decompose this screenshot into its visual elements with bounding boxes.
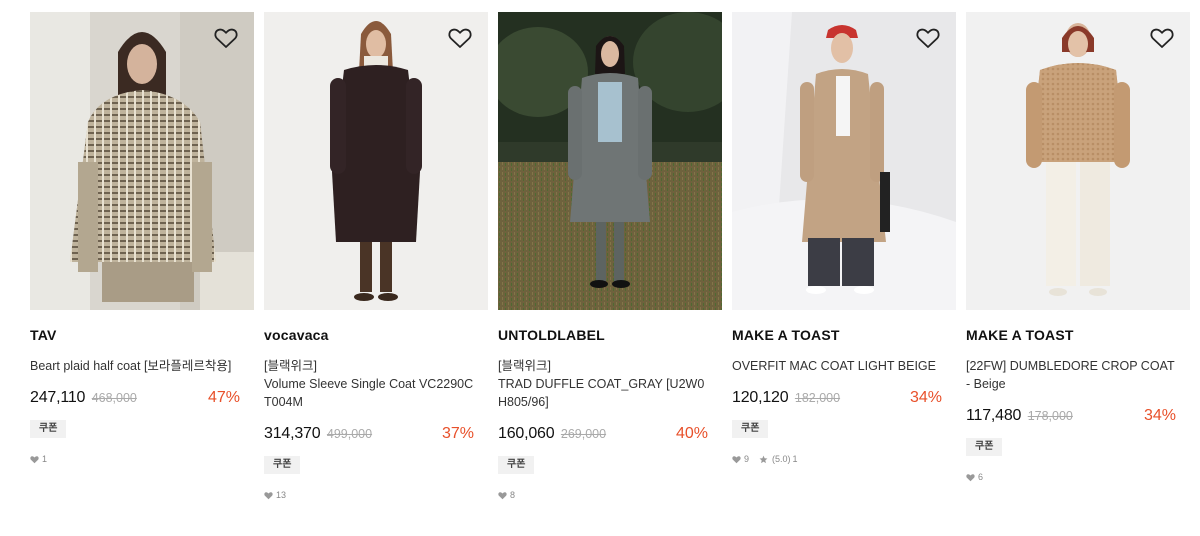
discount-rate: 47% — [207, 389, 240, 406]
product-title-text: TRAD DUFFLE COAT_GRAY [U2W0H805/96] — [498, 377, 705, 409]
promo-tag: [블랙위크] — [498, 359, 551, 373]
heart-filled-icon — [498, 491, 507, 499]
product-image[interactable] — [30, 12, 254, 310]
coupon-badge: 쿠폰 — [264, 456, 301, 474]
product-photo — [498, 12, 722, 310]
product-title-text: [22FW] DUMBLEDORE CROP COAT - Beige — [966, 359, 1175, 391]
wishlist-heart-icon[interactable] — [1150, 27, 1174, 49]
product-photo — [732, 12, 956, 310]
product-stats: 1 — [30, 453, 254, 465]
discount-rate: 34% — [1143, 407, 1176, 424]
wishlist-heart-icon[interactable] — [214, 27, 238, 49]
brand-name[interactable]: MAKE A TOAST — [732, 327, 956, 344]
product-title[interactable]: [블랙위크] Volume Sleeve Single Coat VC2290C… — [264, 357, 488, 411]
brand-name[interactable]: TAV — [30, 327, 254, 344]
product-card[interactable]: TAV Beart plaid half coat [보라플레르착용] 247,… — [30, 12, 254, 465]
like-count: 9 — [744, 454, 750, 464]
coupon-badge: 쿠폰 — [30, 420, 67, 438]
review-count: 1 — [792, 454, 798, 464]
wishlist-heart-icon[interactable] — [448, 27, 472, 49]
product-image[interactable] — [966, 12, 1190, 310]
like-count: 8 — [510, 490, 516, 500]
product-title[interactable]: [블랙위크] TRAD DUFFLE COAT_GRAY [U2W0H805/9… — [498, 357, 722, 411]
sale-price: 117,480 — [966, 407, 1022, 424]
product-title-text: Beart plaid half coat [보라플레르착용] — [30, 359, 232, 373]
product-card[interactable]: MAKE A TOAST [22FW] DUMBLEDORE CROP COAT… — [966, 12, 1190, 483]
price-row: 117,480 178,000 34% — [966, 406, 1190, 426]
coupon-badge: 쿠폰 — [966, 438, 1003, 456]
price-row: 247,110 468,000 47% — [30, 388, 254, 408]
like-count: 6 — [978, 472, 984, 482]
product-image[interactable] — [732, 12, 956, 310]
product-grid: TAV Beart plaid half coat [보라플레르착용] 247,… — [0, 0, 1200, 536]
wishlist-heart-icon[interactable] — [916, 27, 940, 49]
product-title[interactable]: [22FW] DUMBLEDORE CROP COAT - Beige — [966, 357, 1190, 393]
heart-filled-icon — [732, 455, 741, 463]
product-card[interactable]: vocavaca [블랙위크] Volume Sleeve Single Coa… — [264, 12, 488, 501]
discount-rate: 40% — [675, 425, 708, 442]
sale-price: 160,060 — [498, 425, 555, 442]
like-count: 13 — [276, 490, 287, 500]
discount-rate: 37% — [441, 425, 474, 442]
original-price: 468,000 — [91, 391, 137, 405]
brand-name[interactable]: MAKE A TOAST — [966, 327, 1190, 344]
coupon-badge: 쿠폰 — [498, 456, 535, 474]
sale-price: 314,370 — [264, 425, 321, 442]
original-price: 178,000 — [1027, 409, 1073, 423]
product-image[interactable] — [498, 12, 722, 310]
heart-filled-icon — [30, 455, 39, 463]
brand-name[interactable]: vocavaca — [264, 327, 488, 344]
original-price: 269,000 — [560, 427, 607, 441]
product-card[interactable]: MAKE A TOAST OVERFIT MAC COAT LIGHT BEIG… — [732, 12, 956, 465]
coupon-badge: 쿠폰 — [732, 420, 769, 438]
brand-name[interactable]: UNTOLDLABEL — [498, 327, 722, 344]
price-row: 160,060 269,000 40% — [498, 424, 722, 444]
product-title[interactable]: OVERFIT MAC COAT LIGHT BEIGE — [732, 357, 956, 375]
price-row: 120,120 182,000 34% — [732, 388, 956, 408]
product-image[interactable] — [264, 12, 488, 310]
product-photo — [30, 12, 254, 310]
original-price: 499,000 — [326, 427, 373, 441]
product-photo — [966, 12, 1190, 310]
product-stats: 6 — [966, 471, 1190, 483]
product-title-text: OVERFIT MAC COAT LIGHT BEIGE — [732, 359, 936, 373]
product-photo — [264, 12, 488, 310]
product-stats: 8 — [498, 489, 722, 501]
discount-rate: 34% — [909, 389, 942, 406]
product-title[interactable]: Beart plaid half coat [보라플레르착용] — [30, 357, 254, 375]
star-icon — [759, 455, 768, 463]
sale-price: 247,110 — [30, 389, 86, 406]
product-stats: 9 (5.0) 1 — [732, 453, 956, 465]
product-title-text: Volume Sleeve Single Coat VC2290CT004M — [264, 377, 474, 409]
heart-filled-icon — [966, 473, 975, 481]
product-stats: 13 — [264, 489, 488, 501]
like-count: 1 — [42, 454, 48, 464]
promo-tag: [블랙위크] — [264, 359, 317, 373]
sale-price: 120,120 — [732, 389, 789, 406]
price-row: 314,370 499,000 37% — [264, 424, 488, 444]
product-card[interactable]: UNTOLDLABEL [블랙위크] TRAD DUFFLE COAT_GRAY… — [498, 12, 722, 501]
original-price: 182,000 — [794, 391, 841, 405]
rating-score: (5.0) — [772, 454, 791, 464]
heart-filled-icon — [264, 491, 273, 499]
